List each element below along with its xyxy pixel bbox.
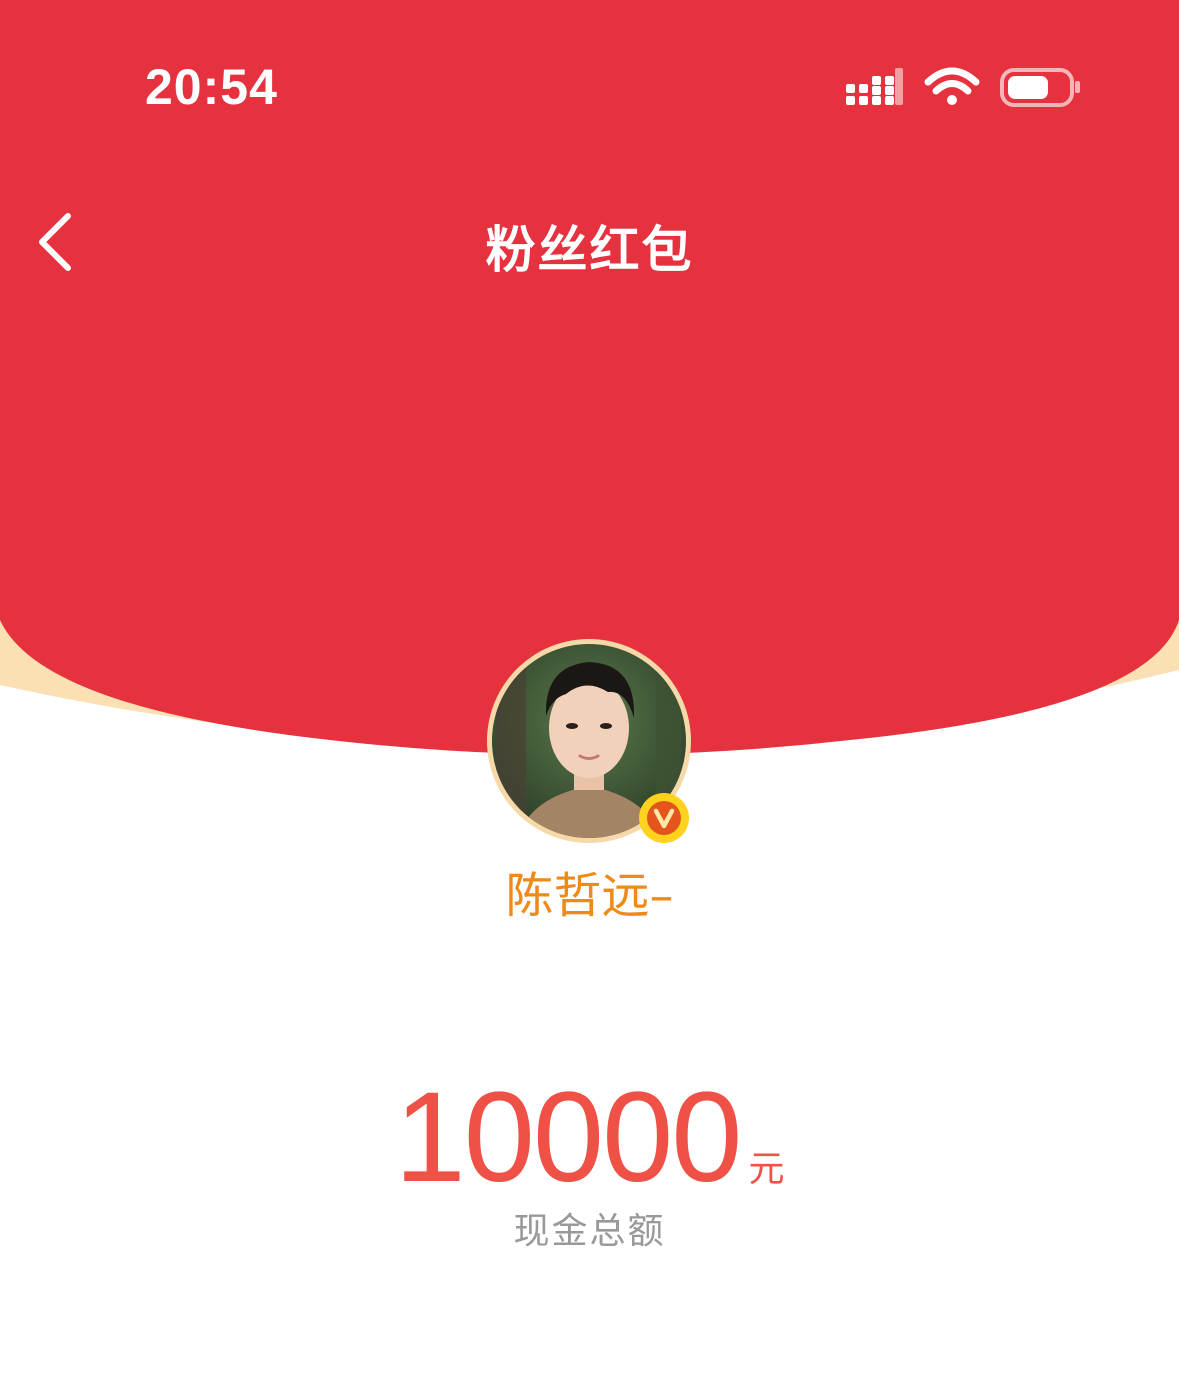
verified-badge-icon [639, 793, 689, 843]
amount-value: 10000 [394, 1066, 743, 1209]
amount-row: 10000 元 [0, 1068, 1179, 1208]
status-icons [846, 67, 1080, 107]
battery-icon [1000, 68, 1080, 107]
amount-unit: 元 [748, 1149, 785, 1190]
status-time: 20:54 [145, 59, 278, 115]
amount-caption: 现金总额 [513, 1211, 666, 1252]
page-title: 粉丝红包 [485, 221, 694, 279]
signal-icon [846, 68, 903, 105]
wifi-icon [924, 67, 980, 105]
sender-name[interactable]: 陈哲远– [0, 856, 1179, 926]
